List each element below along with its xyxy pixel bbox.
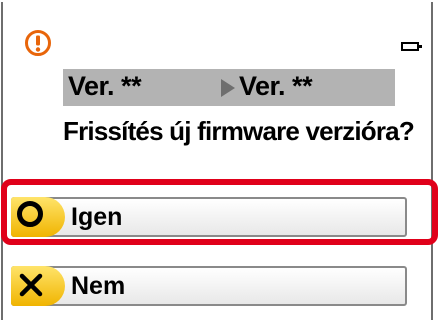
battery-icon [401, 42, 422, 51]
no-option-button[interactable]: Nem [11, 266, 407, 306]
selection-highlight [1, 179, 438, 245]
no-label: Nem [71, 272, 126, 300]
warning-icon [25, 30, 51, 56]
new-version: Ver. ** [239, 71, 313, 101]
version-bar: Ver. ** Ver. ** [63, 69, 395, 106]
update-question: Frissítés új firmware verzióra? [63, 116, 415, 146]
option-badge [11, 266, 65, 306]
cross-x-icon [19, 273, 43, 297]
current-version: Ver. ** [68, 71, 142, 101]
arrow-right-icon [221, 79, 235, 97]
